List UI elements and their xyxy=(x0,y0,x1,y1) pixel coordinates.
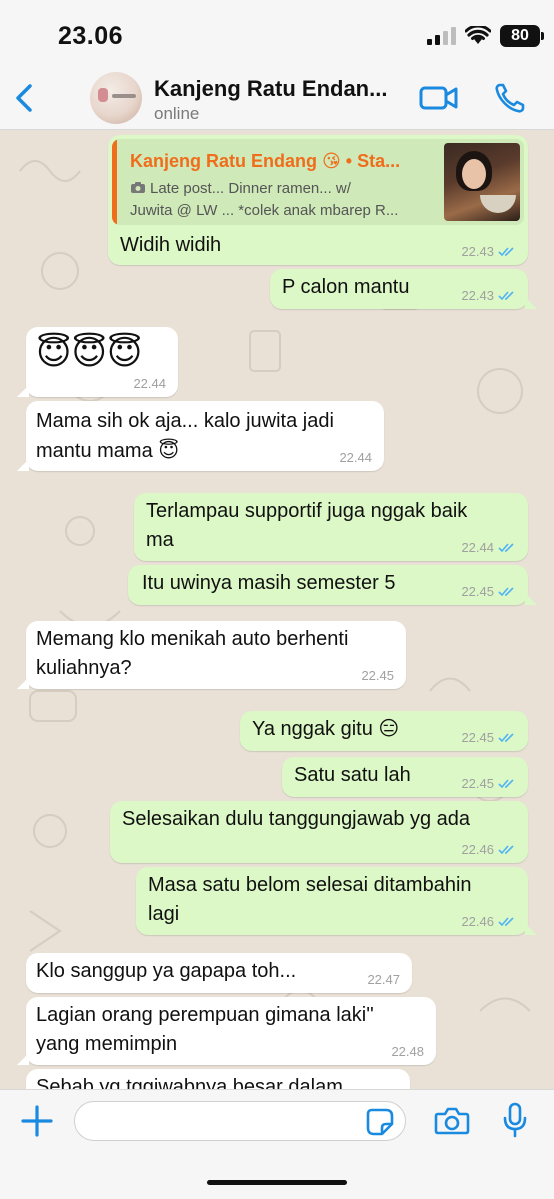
message-meta: 22.43 xyxy=(461,245,516,259)
wifi-icon xyxy=(465,26,491,44)
message-meta: 22.45 xyxy=(361,669,394,683)
message-list[interactable]: Kanjeng Ratu Endang 😘 • Sta... Late post… xyxy=(0,131,554,1089)
camera-icon xyxy=(131,182,145,193)
message-time: 22.46 xyxy=(461,914,494,929)
message-bubble-incoming[interactable]: Mama sih ok aja... kalo juwita jadi mant… xyxy=(17,401,384,471)
message-time: 22.43 xyxy=(461,244,494,259)
message-bubble-outgoing[interactable]: Satu satu lah 22.45 xyxy=(282,757,528,797)
quote-caption-text1: Late post... Dinner ramen... w/ xyxy=(150,180,351,197)
message-bubble-outgoing[interactable]: P calon mantu 22.43 xyxy=(270,269,537,309)
microphone-icon[interactable] xyxy=(502,1102,528,1138)
message-bubble-outgoing[interactable]: Ya nggak gitu 😑 22.45 xyxy=(240,711,528,751)
message-bubble-incoming[interactable]: Lagian orang perempuan gimana laki'' yan… xyxy=(17,997,436,1065)
status-bar: 23.06 80 xyxy=(0,0,554,68)
quoted-message[interactable]: Kanjeng Ratu Endang 😘 • Sta... Late post… xyxy=(112,139,524,225)
message-text: Ya nggak gitu 😑 xyxy=(252,718,400,740)
video-call-icon[interactable] xyxy=(419,84,459,112)
message-text: Sebab yg tggjwabnya besar dalam xyxy=(36,1076,343,1089)
message-text: Selesaikan dulu tanggungjawab yg ada xyxy=(122,808,471,830)
message-text: Klo sanggup ya gapapa toh... xyxy=(36,960,297,982)
message-time: 22.43 xyxy=(461,288,494,303)
message-meta: 22.46 xyxy=(461,915,516,929)
message-bubble-incoming[interactable]: Memang klo menikah auto berhenti kuliahn… xyxy=(17,621,406,689)
message-bubble-incoming[interactable]: 😇😇😇 22.44 xyxy=(17,327,178,397)
message-time: 22.47 xyxy=(367,972,400,987)
message-meta: 22.46 xyxy=(461,843,516,857)
read-ticks-icon xyxy=(498,917,514,927)
phone-call-icon[interactable] xyxy=(494,82,526,114)
read-ticks-icon xyxy=(498,247,514,257)
message-bubble-outgoing[interactable]: Itu uwinya masih semester 5 22.45 xyxy=(128,565,537,605)
read-ticks-icon xyxy=(498,779,514,789)
quote-thumbnail xyxy=(444,143,520,221)
home-indicator[interactable] xyxy=(207,1180,347,1185)
message-meta: 22.45 xyxy=(461,731,516,745)
quote-accent-bar xyxy=(112,139,117,225)
message-text-line2: mantu mama 😇 xyxy=(36,440,180,462)
read-ticks-icon xyxy=(498,543,514,553)
cellular-signal-icon xyxy=(427,27,456,45)
read-ticks-icon xyxy=(498,845,514,855)
message-text: Satu satu lah xyxy=(294,764,411,786)
message-time: 22.46 xyxy=(461,842,494,857)
message-meta: 22.44 xyxy=(461,541,516,555)
message-bubble-outgoing[interactable]: Terlampau supportif juga nggak baik ma 2… xyxy=(134,493,528,561)
message-bubble-incoming[interactable]: Klo sanggup ya gapapa toh... 22.47 xyxy=(26,953,412,993)
message-meta: 22.43 xyxy=(461,289,516,303)
message-time: 22.45 xyxy=(361,668,394,683)
chat-header: Kanjeng Ratu Endan... online xyxy=(0,68,554,130)
battery-icon: 80 xyxy=(500,25,544,47)
message-text: Lagian orang perempuan gimana laki'' xyxy=(36,1004,374,1026)
message-time: 22.48 xyxy=(391,1044,424,1059)
quote-caption-line1: Late post... Dinner ramen... w/ xyxy=(130,179,351,199)
status-time: 23.06 xyxy=(58,22,124,50)
message-meta: 22.45 xyxy=(461,585,516,599)
quote-caption-line2: Juwita @ LW ... *colek anak mbarep R... xyxy=(130,202,399,219)
camera-icon[interactable] xyxy=(434,1106,470,1136)
quote-author: Kanjeng Ratu Endang 😘 • Sta... xyxy=(130,151,401,171)
message-meta: 22.44 xyxy=(339,451,372,465)
contact-name[interactable]: Kanjeng Ratu Endan... xyxy=(154,76,387,102)
message-text-line2: ma xyxy=(146,529,174,551)
message-bubble-outgoing[interactable]: Masa satu belom selesai ditambahin lagi … xyxy=(136,867,537,935)
message-text-line2: kuliahnya? xyxy=(36,657,132,679)
message-time: 22.45 xyxy=(461,730,494,745)
read-ticks-icon xyxy=(498,291,514,301)
message-text: 😇😇😇 xyxy=(36,334,143,372)
message-text: Memang klo menikah auto berhenti xyxy=(36,628,349,650)
message-bubble-outgoing[interactable]: Selesaikan dulu tanggungjawab yg ada 22.… xyxy=(110,801,528,863)
message-bubble-outgoing[interactable]: Kanjeng Ratu Endang 😘 • Sta... Late post… xyxy=(108,135,528,265)
sticker-icon[interactable] xyxy=(366,1108,394,1136)
message-text: P calon mantu xyxy=(282,276,410,298)
message-meta: 22.47 xyxy=(367,973,400,987)
message-time: 22.45 xyxy=(461,776,494,791)
message-text: Terlampau supportif juga nggak baik xyxy=(146,500,468,522)
message-text: Itu uwinya masih semester 5 xyxy=(142,572,396,594)
message-time: 22.44 xyxy=(133,376,166,391)
read-ticks-icon xyxy=(498,587,514,597)
message-input[interactable] xyxy=(74,1101,406,1141)
message-text: Mama sih ok aja... kalo juwita jadi xyxy=(36,410,334,432)
contact-status: online xyxy=(154,104,200,123)
status-icons: 80 xyxy=(427,24,544,48)
message-text-line2: lagi xyxy=(148,903,180,925)
avatar[interactable] xyxy=(90,72,142,124)
plus-icon[interactable] xyxy=(20,1104,54,1138)
message-meta: 22.44 xyxy=(133,377,166,391)
back-button[interactable] xyxy=(10,78,40,118)
message-meta: 22.45 xyxy=(461,777,516,791)
message-time: 22.44 xyxy=(461,540,494,555)
message-time: 22.45 xyxy=(461,584,494,599)
message-text: Masa satu belom selesai ditambahin xyxy=(148,874,472,896)
message-meta: 22.48 xyxy=(391,1045,424,1059)
message-time: 22.44 xyxy=(339,450,372,465)
message-bubble-incoming[interactable]: Sebab yg tggjwabnya besar dalam xyxy=(26,1069,410,1089)
message-text: Widih widih xyxy=(120,234,222,256)
read-ticks-icon xyxy=(498,733,514,743)
battery-level: 80 xyxy=(511,27,529,44)
message-text-line2: yang memimpin xyxy=(36,1033,178,1055)
